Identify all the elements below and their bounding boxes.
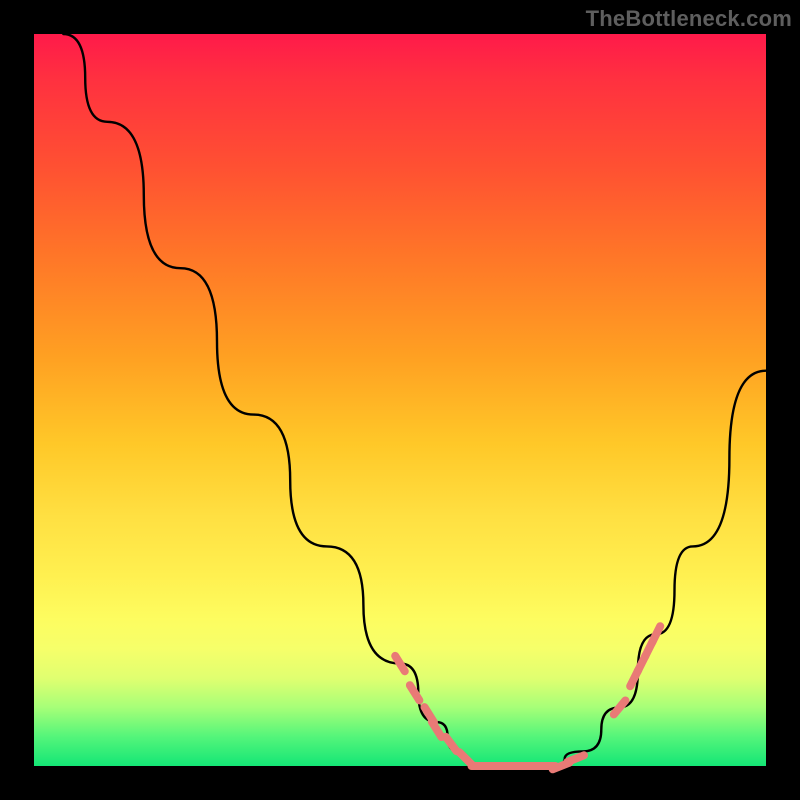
bottleneck-curve xyxy=(63,34,766,766)
plot-gradient-area xyxy=(34,34,766,766)
curve-markers xyxy=(395,626,660,769)
watermark-text: TheBottleneck.com xyxy=(586,6,792,32)
curve-svg xyxy=(34,34,766,766)
chart-frame: TheBottleneck.com xyxy=(0,0,800,800)
